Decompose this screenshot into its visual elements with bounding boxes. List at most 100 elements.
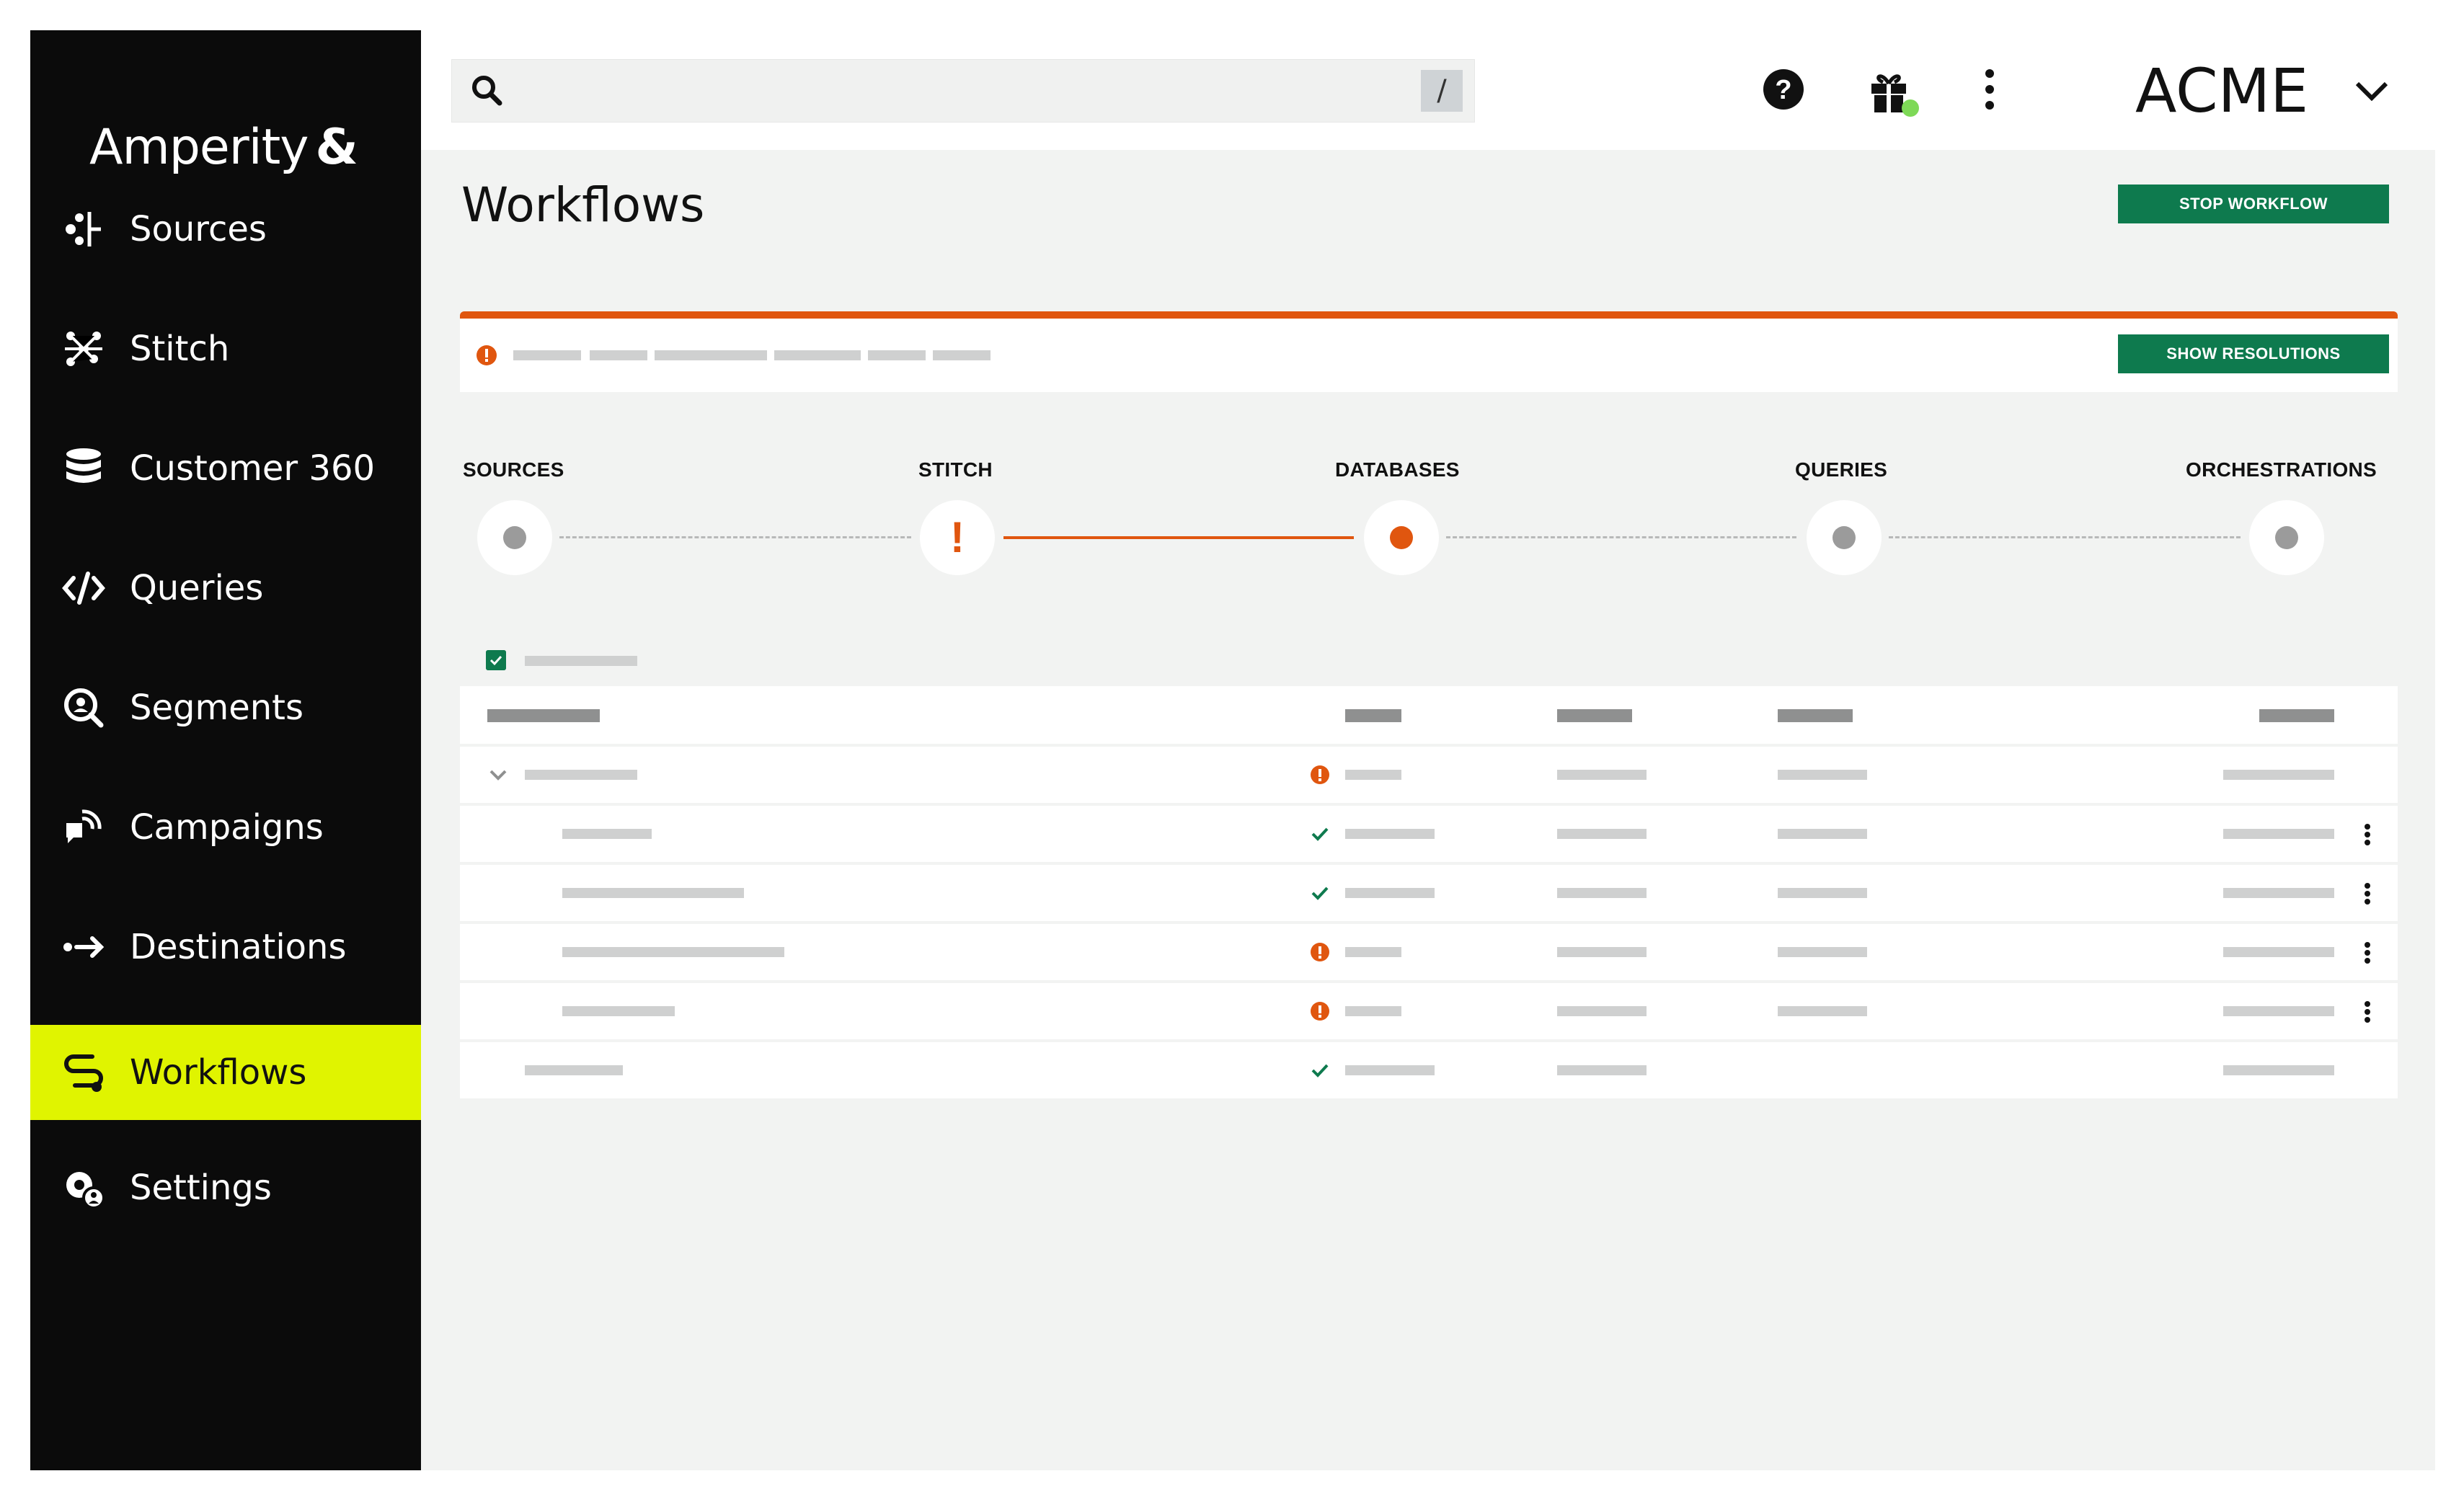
sidebar-item-stitch[interactable]: Stitch: [30, 301, 421, 396]
cell-placeholder: [562, 888, 744, 898]
stop-workflow-button[interactable]: STOP WORKFLOW: [2118, 185, 2389, 223]
stage-connector: [1446, 536, 1796, 538]
cell-placeholder: [2223, 888, 2334, 898]
running-dot: [1390, 526, 1413, 549]
table-row[interactable]: [460, 1042, 2398, 1098]
pending-dot: [503, 526, 526, 549]
chevron-down-icon[interactable]: [487, 764, 509, 786]
cell-placeholder: [2223, 1065, 2334, 1075]
check-icon: [1311, 827, 1329, 841]
destinations-icon: [58, 921, 110, 973]
table-row-group[interactable]: [460, 747, 2398, 803]
sidebar-item-label: Segments: [130, 688, 304, 728]
stage-node-databases[interactable]: [1364, 500, 1439, 575]
alert-text-placeholder: [868, 350, 926, 360]
chevron-down-icon[interactable]: [2352, 71, 2392, 111]
select-all-label-placeholder: [525, 656, 637, 666]
sidebar-item-workflows[interactable]: Workflows: [30, 1025, 421, 1120]
more-vertical-icon[interactable]: [2363, 823, 2372, 846]
sidebar-item-settings[interactable]: Settings: [30, 1140, 421, 1235]
column-header-placeholder: [1557, 709, 1632, 722]
stage-node-sources[interactable]: [477, 500, 552, 575]
alert-text-placeholder: [590, 350, 647, 360]
search-icon: [472, 76, 502, 106]
sidebar-item-sources[interactable]: Sources: [30, 182, 421, 277]
cell-placeholder: [1345, 1065, 1435, 1075]
tenant-name[interactable]: ACME: [2135, 56, 2308, 125]
cell-placeholder: [1778, 1006, 1867, 1016]
show-resolutions-button[interactable]: SHOW RESOLUTIONS: [2118, 334, 2389, 373]
stage-label-orchestrations: ORCHESTRATIONS: [2186, 458, 2377, 481]
stage-connector: [1889, 536, 2241, 538]
cell-placeholder: [2223, 947, 2334, 957]
code-icon: [58, 562, 110, 614]
page-title: Workflows: [461, 177, 705, 233]
alert-text-placeholder: [774, 350, 861, 360]
column-header-placeholder: [1778, 709, 1853, 722]
stage-node-stitch[interactable]: !: [920, 500, 995, 575]
table-row-child[interactable]: [460, 983, 2398, 1039]
workflows-icon: [58, 1046, 110, 1098]
sidebar-item-label: Sources: [130, 209, 267, 249]
more-vertical-icon[interactable]: [2363, 882, 2372, 905]
sources-icon: [58, 203, 110, 255]
help-icon[interactable]: ?: [1760, 66, 1807, 112]
cell-placeholder: [562, 947, 784, 957]
database-icon: [58, 443, 110, 494]
sidebar-item-queries[interactable]: Queries: [30, 541, 421, 636]
table-header: [460, 686, 2398, 744]
cell-placeholder: [1557, 888, 1647, 898]
cell-placeholder: [2223, 770, 2334, 780]
sidebar-item-segments[interactable]: Segments: [30, 660, 421, 755]
search-input[interactable]: /: [451, 59, 1475, 123]
stage-label-sources: SOURCES: [463, 458, 564, 481]
table-row-child[interactable]: [460, 806, 2398, 862]
svg-text:?: ?: [1775, 75, 1791, 105]
sidebar: Amperity & Sources Stitch Customer 360 Qu…: [30, 30, 421, 1470]
error-icon: [1311, 943, 1329, 961]
sidebar-item-campaigns[interactable]: Campaigns: [30, 780, 421, 875]
cell-placeholder: [2223, 1006, 2334, 1016]
cell-placeholder: [1345, 888, 1435, 898]
sidebar-item-label: Workflows: [130, 1052, 307, 1093]
sidebar-item-customer-360[interactable]: Customer 360: [30, 421, 421, 516]
column-header-placeholder: [487, 709, 600, 722]
gift-icon[interactable]: [1866, 66, 1923, 124]
cell-placeholder: [1778, 888, 1867, 898]
column-header-placeholder: [2259, 709, 2334, 722]
cell-placeholder: [525, 1065, 623, 1075]
pending-dot: [1833, 526, 1856, 549]
check-icon: [1311, 1064, 1329, 1077]
sidebar-item-label: Settings: [130, 1168, 272, 1208]
cell-placeholder: [1557, 1065, 1647, 1075]
error-icon: [477, 345, 497, 365]
column-header-placeholder: [1345, 709, 1401, 722]
cell-placeholder: [562, 829, 652, 839]
stitch-icon: [58, 323, 110, 375]
table-row-child[interactable]: [460, 865, 2398, 921]
more-vertical-icon[interactable]: [1975, 66, 2004, 112]
stage-node-queries[interactable]: [1807, 500, 1882, 575]
cell-placeholder: [525, 770, 637, 780]
stage-node-orchestrations[interactable]: [2249, 500, 2324, 575]
alert-text-placeholder: [655, 350, 767, 360]
sidebar-item-destinations[interactable]: Destinations: [30, 899, 421, 995]
error-icon: [1311, 765, 1329, 784]
search-shortcut-key: /: [1421, 70, 1463, 112]
more-vertical-icon[interactable]: [2363, 941, 2372, 964]
stage-label-databases: DATABASES: [1335, 458, 1460, 481]
sidebar-item-label: Campaigns: [130, 807, 324, 848]
more-vertical-icon[interactable]: [2363, 1000, 2372, 1023]
table-row-child[interactable]: [460, 924, 2398, 980]
stage-connector: [1003, 536, 1354, 539]
alert-text-placeholder: [513, 350, 581, 360]
cell-placeholder: [1345, 829, 1435, 839]
sidebar-item-label: Destinations: [130, 927, 347, 967]
cell-placeholder: [1557, 1006, 1647, 1016]
cell-placeholder: [1557, 829, 1647, 839]
amperity-logo[interactable]: Amperity &: [89, 113, 358, 182]
sidebar-item-label: Stitch: [130, 329, 230, 369]
select-all-checkbox[interactable]: [486, 650, 506, 670]
cell-placeholder: [1557, 947, 1647, 957]
segments-icon: [58, 682, 110, 734]
